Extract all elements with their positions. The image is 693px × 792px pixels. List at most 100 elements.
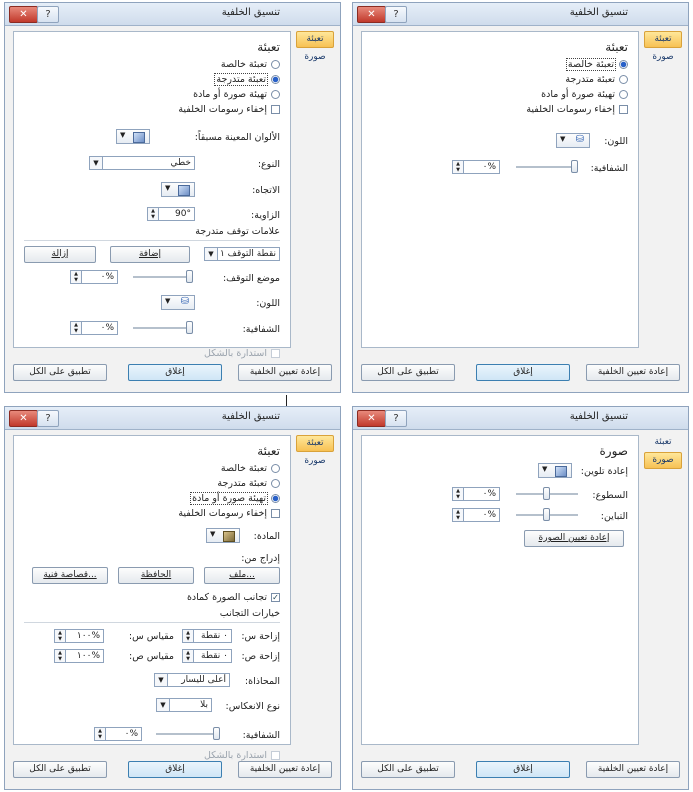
spinner-arrows-icon[interactable]: ▲ ▼ xyxy=(55,650,66,662)
close-button[interactable]: ✕ xyxy=(357,410,386,427)
transparency-spinner[interactable]: %٠ ▲ ▼ xyxy=(452,160,500,174)
insert-clipart-button[interactable]: قصاصة فنية... xyxy=(32,567,108,584)
tab-picture[interactable]: صورة xyxy=(296,50,334,65)
reset-background-button[interactable]: إعادة تعيين الخلفية xyxy=(586,364,680,381)
tab-fill[interactable]: تعبئة xyxy=(296,435,334,452)
spinner-arrows-icon[interactable]: ▲ ▼ xyxy=(71,271,82,283)
slider-thumb[interactable] xyxy=(186,321,193,334)
tab-fill[interactable]: تعبئة xyxy=(296,31,334,48)
spinner-arrows-icon[interactable]: ▲ ▼ xyxy=(55,630,66,642)
reset-background-button[interactable]: إعادة تعيين الخلفية xyxy=(238,364,332,381)
spinner-arrows-icon[interactable]: ▲ ▼ xyxy=(453,509,464,521)
mirror-type-dropdown[interactable]: بلا ▼ xyxy=(156,698,212,712)
solid-fill-option[interactable]: تعبئة خالصة xyxy=(221,58,280,72)
transparency-slider[interactable] xyxy=(156,727,220,741)
scale-y-spinner[interactable]: %١٠٠ ▲ ▼ xyxy=(54,649,104,663)
direction-dropdown[interactable]: ▼ xyxy=(161,182,195,197)
tab-picture[interactable]: صورة xyxy=(296,454,334,469)
hide-graphics-checkbox[interactable] xyxy=(619,105,628,114)
insert-clipboard-button[interactable]: الحافظة xyxy=(118,567,194,584)
picture-fill-radio[interactable] xyxy=(271,494,280,503)
solid-fill-option[interactable]: تعبئة خالصة xyxy=(221,462,280,476)
hide-graphics-option[interactable]: إخفاء رسومات الخلفية xyxy=(178,507,280,521)
help-button[interactable]: ? xyxy=(37,410,59,427)
apply-to-all-button[interactable]: تطبيق على الكل xyxy=(13,364,107,381)
close-dialog-button[interactable]: إغلاق xyxy=(128,761,222,778)
apply-to-all-button[interactable]: تطبيق على الكل xyxy=(361,364,455,381)
help-button[interactable]: ? xyxy=(385,6,407,23)
spinner-arrows-icon[interactable]: ▲ ▼ xyxy=(71,322,82,334)
hide-graphics-checkbox[interactable] xyxy=(271,105,280,114)
spinner-arrows-icon[interactable]: ▲ ▼ xyxy=(453,488,464,500)
transparency-slider[interactable] xyxy=(516,160,578,174)
offset-x-spinner[interactable]: ٠ نقطة ▲ ▼ xyxy=(182,629,232,643)
tile-picture-option[interactable]: ✓ تجانب الصورة كمادة xyxy=(187,591,280,605)
spinner-arrows-icon[interactable]: ▲ ▼ xyxy=(148,208,159,220)
transparency-slider[interactable] xyxy=(133,321,193,335)
close-dialog-button[interactable]: إغلاق xyxy=(476,364,570,381)
tab-fill[interactable]: تعبئة xyxy=(644,435,682,450)
insert-file-button[interactable]: ملف... xyxy=(204,567,280,584)
apply-to-all-button[interactable]: تطبيق على الكل xyxy=(361,761,455,778)
stop-position-spinner[interactable]: %٠ ▲ ▼ xyxy=(70,270,118,284)
angle-spinner[interactable]: 90° ▲ ▼ xyxy=(147,207,195,221)
spinner-arrows-icon[interactable]: ▲ ▼ xyxy=(183,630,194,642)
hide-graphics-option[interactable]: إخفاء رسومات الخلفية xyxy=(526,103,628,117)
gradient-fill-option[interactable]: تعبئة متدرجة xyxy=(214,73,280,87)
gradient-stop-dropdown[interactable]: نقطة التوقف ١ ▼ xyxy=(204,247,280,261)
picture-fill-option[interactable]: تهيئة صورة أو مادة xyxy=(193,88,280,102)
gradient-fill-radio[interactable] xyxy=(271,75,280,84)
slider-thumb[interactable] xyxy=(571,160,578,173)
gradient-fill-option[interactable]: تعبئة متدرجة xyxy=(217,477,280,491)
picture-fill-radio[interactable] xyxy=(619,90,628,99)
solid-fill-option[interactable]: تعبئة خالصة xyxy=(565,58,628,72)
reset-background-button[interactable]: إعادة تعيين الخلفية xyxy=(586,761,680,778)
brightness-slider[interactable] xyxy=(516,487,578,501)
contrast-slider[interactable] xyxy=(516,508,578,522)
apply-to-all-button[interactable]: تطبيق على الكل xyxy=(13,761,107,778)
slider-thumb[interactable] xyxy=(543,508,550,521)
color-dropdown[interactable]: ▼ ⛁ xyxy=(556,133,590,148)
help-button[interactable]: ? xyxy=(37,6,59,23)
recolor-dropdown[interactable]: ▼ xyxy=(538,463,572,478)
slider-thumb[interactable] xyxy=(213,727,220,740)
solid-fill-radio[interactable] xyxy=(271,464,280,473)
spinner-arrows-icon[interactable]: ▲ ▼ xyxy=(183,650,194,662)
offset-y-spinner[interactable]: ٠ نقطة ▲ ▼ xyxy=(182,649,232,663)
close-button[interactable]: ✕ xyxy=(9,410,38,427)
stop-position-slider[interactable] xyxy=(133,270,193,284)
color-dropdown[interactable]: ▼ ⛁ xyxy=(161,295,195,310)
solid-fill-radio[interactable] xyxy=(271,60,280,69)
slider-thumb[interactable] xyxy=(186,270,193,283)
transparency-spinner[interactable]: %٠ ▲ ▼ xyxy=(94,727,142,741)
close-button[interactable]: ✕ xyxy=(9,6,38,23)
close-dialog-button[interactable]: إغلاق xyxy=(476,761,570,778)
solid-fill-radio[interactable] xyxy=(619,60,628,69)
remove-stop-button[interactable]: إزالة xyxy=(24,246,96,263)
tab-picture[interactable]: صورة xyxy=(644,50,682,65)
close-dialog-button[interactable]: إغلاق xyxy=(128,364,222,381)
tab-picture[interactable]: صورة xyxy=(644,452,682,469)
reset-background-button[interactable]: إعادة تعيين الخلفية xyxy=(238,761,332,778)
transparency-spinner[interactable]: %٠ ▲ ▼ xyxy=(70,321,118,335)
add-stop-button[interactable]: إضافة xyxy=(110,246,190,263)
texture-dropdown[interactable]: ▼ xyxy=(206,528,240,543)
hide-graphics-option[interactable]: إخفاء رسومات الخلفية xyxy=(178,103,280,117)
tab-fill[interactable]: تعبئة xyxy=(644,31,682,48)
contrast-spinner[interactable]: %٠ ▲ ▼ xyxy=(452,508,500,522)
gradient-fill-radio[interactable] xyxy=(271,479,280,488)
hide-graphics-checkbox[interactable] xyxy=(271,509,280,518)
help-button[interactable]: ? xyxy=(385,410,407,427)
preset-colors-dropdown[interactable]: ▼ xyxy=(116,129,150,144)
close-button[interactable]: ✕ xyxy=(357,6,386,23)
reset-picture-button[interactable]: إعادة تعيين الصورة xyxy=(524,530,624,547)
gradient-fill-option[interactable]: تعبئة متدرجة xyxy=(565,73,628,87)
gradient-fill-radio[interactable] xyxy=(619,75,628,84)
slider-thumb[interactable] xyxy=(543,487,550,500)
picture-fill-radio[interactable] xyxy=(271,90,280,99)
picture-fill-option[interactable]: تهيئة صورة أو مادة xyxy=(541,88,628,102)
tile-picture-checkbox[interactable]: ✓ xyxy=(271,593,280,602)
scale-x-spinner[interactable]: %١٠٠ ▲ ▼ xyxy=(54,629,104,643)
spinner-arrows-icon[interactable]: ▲ ▼ xyxy=(453,161,464,173)
brightness-spinner[interactable]: %٠ ▲ ▼ xyxy=(452,487,500,501)
